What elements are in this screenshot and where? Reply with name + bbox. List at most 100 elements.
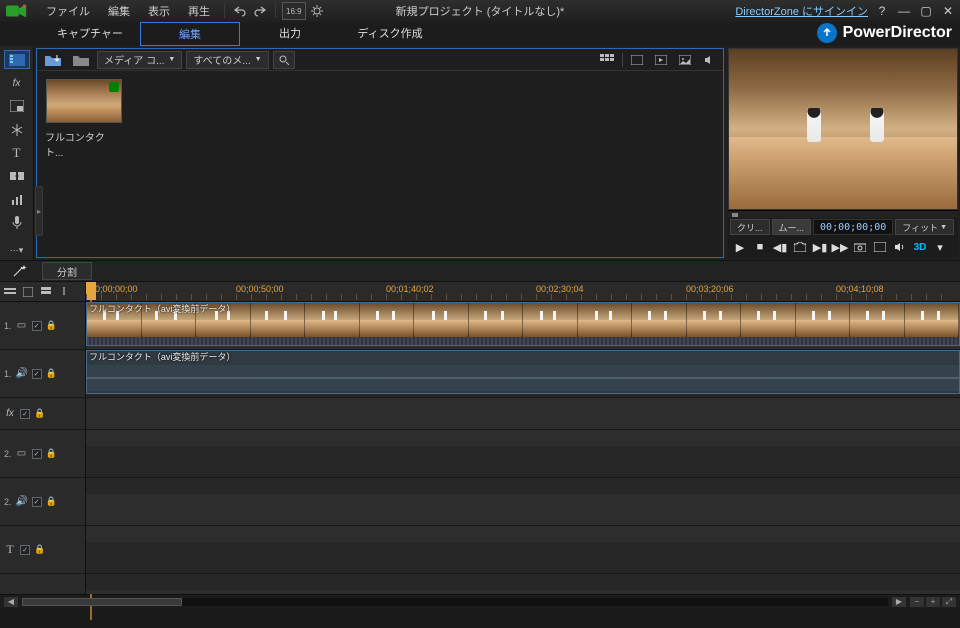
mode-tab-edit[interactable]: 編集	[140, 22, 240, 46]
preview-scrub-bar[interactable]	[728, 210, 958, 218]
track-visible-checkbox[interactable]: ✓	[32, 321, 42, 331]
display-audio-icon[interactable]	[699, 51, 719, 69]
redo-icon[interactable]	[251, 2, 269, 20]
upload-icon[interactable]	[817, 23, 837, 43]
track-lock-icon[interactable]: 🔒	[34, 408, 44, 419]
preview-fit-dropdown[interactable]: フィット ▼	[895, 219, 954, 235]
menu-edit[interactable]: 編集	[100, 1, 138, 21]
timeline-view2-icon[interactable]	[38, 285, 54, 299]
media-filter-dropdown[interactable]: すべてのメ...▼	[186, 51, 268, 69]
audio-mix-room-icon[interactable]	[4, 190, 30, 209]
snapshot-icon[interactable]	[852, 239, 868, 255]
track-visible-checkbox[interactable]: ✓	[20, 545, 30, 555]
display-video-icon[interactable]	[651, 51, 671, 69]
track-label-row[interactable]: 1. ▭ ✓ 🔒	[0, 302, 85, 350]
settings-icon[interactable]	[308, 2, 326, 20]
timeline-ruler[interactable]: 00;00;00;00 00;00;50;00 00;01;40;02 00;0…	[86, 282, 960, 301]
media-item[interactable]: フルコンタクト...	[45, 79, 123, 159]
stop-icon[interactable]: ■	[752, 239, 768, 255]
preview-mode-clip-button[interactable]: クリ...	[730, 219, 770, 235]
import-folder-icon[interactable]	[69, 51, 93, 69]
aspect-ratio-button[interactable]: 16:9	[282, 2, 306, 20]
track-label-row[interactable]: fx ✓ 🔒	[0, 398, 85, 430]
transition-room-icon[interactable]	[4, 167, 30, 186]
preview-viewport[interactable]	[728, 48, 958, 210]
import-media-icon[interactable]	[41, 51, 65, 69]
prev-frame-icon[interactable]: ◀▮	[772, 239, 788, 255]
track-lock-icon[interactable]: 🔒	[46, 320, 56, 331]
title-room-icon[interactable]: T	[4, 143, 30, 162]
track-visible-checkbox[interactable]: ✓	[20, 409, 30, 419]
track-visible-checkbox[interactable]: ✓	[32, 449, 42, 459]
magic-tools-icon[interactable]	[6, 262, 34, 280]
track-lock-icon[interactable]: 🔒	[34, 544, 44, 555]
preview-3d-button[interactable]: 3D	[912, 239, 928, 255]
scroll-right-icon[interactable]: ▶	[892, 597, 906, 607]
zoom-out-icon[interactable]: −	[910, 597, 924, 607]
track-canvas[interactable]: フルコンタクト（avi変換前データ）	[86, 302, 960, 594]
menu-play[interactable]: 再生	[180, 1, 218, 21]
particle-room-icon[interactable]	[4, 120, 30, 139]
zoom-fit-icon[interactable]: ⤢	[942, 597, 956, 607]
media-item-label: フルコンタクト...	[45, 129, 123, 159]
display-image-icon[interactable]	[675, 51, 695, 69]
track-lock-icon[interactable]: 🔒	[46, 448, 56, 459]
fast-forward-icon[interactable]: ▶▶	[832, 239, 848, 255]
track-visible-checkbox[interactable]: ✓	[32, 497, 42, 507]
timeline-marker-icon[interactable]: ⫿	[56, 285, 72, 299]
scroll-track[interactable]	[22, 598, 888, 606]
mode-tab-capture[interactable]: キャプチャー	[40, 22, 140, 46]
timeline: ⫿ 00;00;00;00 00;00;50;00 00;01;40;02 00…	[0, 282, 960, 608]
track-lock-icon[interactable]: 🔒	[46, 368, 56, 379]
volume-icon[interactable]	[892, 239, 908, 255]
track-number: 1.	[4, 369, 12, 379]
view-thumbnails-icon[interactable]	[596, 51, 618, 69]
media-room-icon[interactable]	[4, 50, 30, 69]
audio-clip[interactable]: フルコンタクト（avi変換前データ）	[86, 350, 960, 394]
preview-settings-icon[interactable]: ▾	[932, 239, 948, 255]
rail-expand-handle[interactable]	[35, 186, 43, 236]
close-icon[interactable]: ✕	[940, 4, 956, 18]
preview-mode-movie-button[interactable]: ムー...	[772, 219, 812, 235]
track-label-row[interactable]: 2. 🔊 ✓ 🔒	[0, 478, 85, 526]
rail-more-icon[interactable]: ⋯▾	[4, 241, 30, 260]
play-icon[interactable]: ▶	[732, 239, 748, 255]
minimize-icon[interactable]: —	[896, 4, 912, 18]
preview-quality-icon[interactable]	[872, 239, 888, 255]
fx-room-icon[interactable]: fx	[4, 73, 30, 92]
scroll-left-icon[interactable]: ◀	[4, 597, 18, 607]
track-label-row[interactable]: T ✓ 🔒	[0, 526, 85, 574]
timeline-view-icon[interactable]	[20, 285, 36, 299]
media-room-dropdown[interactable]: メディア コ...▼	[97, 51, 182, 69]
pip-room-icon[interactable]	[4, 97, 30, 116]
media-thumbnail[interactable]	[46, 79, 122, 123]
voiceover-room-icon[interactable]	[4, 213, 30, 232]
timeline-header-buttons: ⫿	[0, 282, 86, 301]
track-label-row[interactable]: 2. ▭ ✓ 🔒	[0, 430, 85, 478]
zoom-in-icon[interactable]: +	[926, 597, 940, 607]
mode-tab-disc[interactable]: ディスク作成	[340, 22, 440, 46]
video-track-icon: ▭	[16, 448, 28, 459]
display-all-icon[interactable]	[627, 51, 647, 69]
track-view-mode-icon[interactable]	[2, 285, 18, 299]
track-lock-icon[interactable]: 🔒	[46, 496, 56, 507]
video-clip[interactable]: フルコンタクト（avi変換前データ）	[86, 302, 960, 346]
fast-backward-icon[interactable]: ▶▮	[812, 239, 828, 255]
scroll-thumb[interactable]	[22, 598, 182, 606]
directorzone-signin-link[interactable]: DirectorZone にサインイン	[735, 3, 868, 19]
split-button[interactable]: 分割	[42, 262, 92, 280]
brand: PowerDirector	[817, 23, 952, 43]
search-icon[interactable]	[273, 51, 295, 69]
track-visible-checkbox[interactable]: ✓	[32, 369, 42, 379]
preview-timecode[interactable]: 00;00;00;00	[813, 219, 893, 235]
maximize-icon[interactable]: ▢	[918, 4, 934, 18]
mode-tab-output[interactable]: 出力	[240, 22, 340, 46]
undo-icon[interactable]	[231, 2, 249, 20]
separator	[275, 4, 276, 18]
menu-view[interactable]: 表示	[140, 1, 178, 21]
take-snapshot2-icon[interactable]	[792, 239, 808, 255]
help-icon[interactable]: ?	[874, 4, 890, 18]
brand-label: PowerDirector	[843, 24, 952, 42]
track-label-row[interactable]: 1. 🔊 ✓ 🔒	[0, 350, 85, 398]
menu-file[interactable]: ファイル	[38, 1, 98, 21]
